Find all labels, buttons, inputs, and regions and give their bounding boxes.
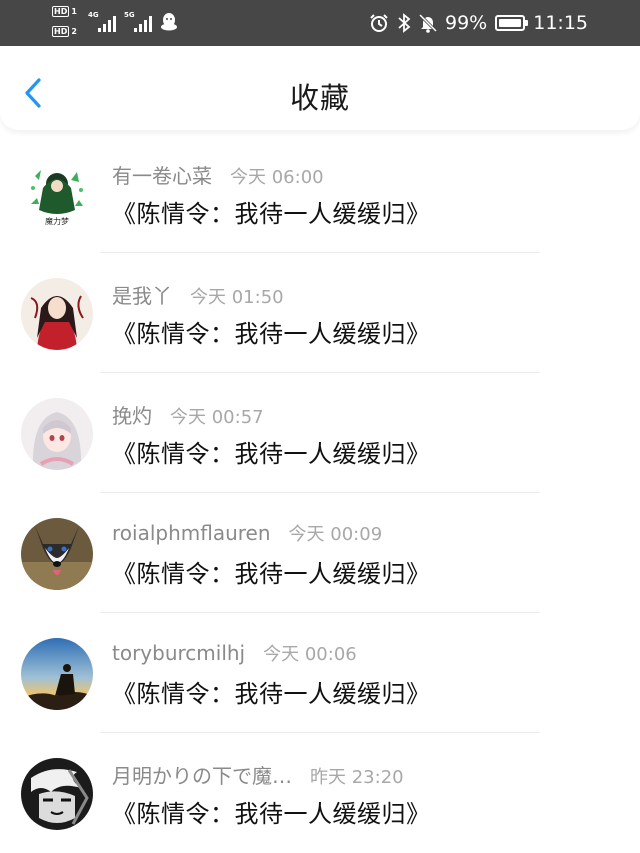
signal-2-icon <box>134 12 152 32</box>
hd1-number: 1 <box>71 7 77 16</box>
message-text: 《陈情令：我待一人缓缓归》 <box>112 800 431 828</box>
name-row: 挽灼 今天 00:57 <box>112 400 264 429</box>
alarm-icon <box>370 14 388 32</box>
status-right: 99% 11:15 <box>369 0 588 46</box>
user-name[interactable]: 是我丫 <box>112 280 172 309</box>
user-name[interactable]: 挽灼 <box>112 400 152 429</box>
name-row: 是我丫 今天 01:50 <box>112 280 284 309</box>
name-row: 有一卷心菜 今天 06:00 <box>112 160 324 189</box>
user-name[interactable]: 有一卷心菜 <box>112 160 212 189</box>
list-item[interactable]: 是我丫 今天 01:50 《陈情令：我待一人缓缓归》 <box>0 253 640 373</box>
avatar[interactable] <box>21 758 93 830</box>
avatar[interactable] <box>21 278 93 350</box>
user-name[interactable]: toryburcmilhj <box>112 641 245 665</box>
list-item[interactable]: 魔力梦 有一卷心菜 今天 06:00 《陈情令：我待一人缓缓归》 <box>0 133 640 253</box>
page-title: 收藏 <box>289 81 350 115</box>
clock-time: 11:15 <box>533 12 588 34</box>
favorites-list: 魔力梦 有一卷心菜 今天 06:00 《陈情令：我待一人缓缓归》 是我丫 今天 … <box>0 133 640 853</box>
sim2-hd-indicator: HD 2 <box>52 26 77 37</box>
name-row: toryburcmilhj 今天 00:06 <box>112 640 357 666</box>
message-text: 《陈情令：我待一人缓缓归》 <box>112 560 431 588</box>
bluetooth-icon <box>398 13 411 33</box>
avatar[interactable]: 魔力梦 <box>21 158 93 230</box>
avatar-caption: 魔力梦 <box>45 216 69 226</box>
user-name[interactable]: 月明かりの下で魔… <box>112 760 292 789</box>
battery-fill <box>499 19 521 27</box>
message-text: 《陈情令：我待一人缓缓归》 <box>112 200 431 228</box>
list-item[interactable]: 月明かりの下で魔… 昨天 23:20 《陈情令：我待一人缓缓归》 <box>0 733 640 853</box>
user-name[interactable]: roialphmflauren <box>112 521 271 545</box>
sim1-hd-indicator: HD 1 <box>52 6 77 17</box>
timestamp: 今天 00:57 <box>170 407 264 428</box>
list-item[interactable]: toryburcmilhj 今天 00:06 《陈情令：我待一人缓缓归》 <box>0 613 640 733</box>
message-text: 《陈情令：我待一人缓缓归》 <box>112 680 431 708</box>
battery-percent: 99% <box>445 12 488 34</box>
avatar[interactable] <box>21 518 93 590</box>
hd2-label: HD <box>52 26 70 37</box>
mute-bell-icon <box>419 13 437 33</box>
avatar[interactable] <box>21 638 93 710</box>
battery-icon <box>495 15 529 31</box>
avatar[interactable] <box>21 398 93 470</box>
header-bar: 收藏 <box>0 46 640 130</box>
timestamp: 今天 00:06 <box>263 644 357 665</box>
qq-icon <box>161 13 177 31</box>
hd1-label: HD <box>52 6 70 17</box>
timestamp: 今天 01:50 <box>190 287 284 308</box>
timestamp: 昨天 23:20 <box>310 767 404 788</box>
message-text: 《陈情令：我待一人缓缓归》 <box>112 320 431 348</box>
signal-1-icon <box>98 12 116 32</box>
name-row: 月明かりの下で魔… 昨天 23:20 <box>112 760 404 789</box>
message-text: 《陈情令：我待一人缓缓归》 <box>112 440 431 468</box>
timestamp: 今天 06:00 <box>230 167 324 188</box>
list-item[interactable]: roialphmflauren 今天 00:09 《陈情令：我待一人缓缓归》 <box>0 493 640 613</box>
name-row: roialphmflauren 今天 00:09 <box>112 520 382 546</box>
list-item[interactable]: 挽灼 今天 00:57 《陈情令：我待一人缓缓归》 <box>0 373 640 493</box>
hd2-number: 2 <box>71 27 77 36</box>
status-bar: HD 1 HD 2 4G 5G 99% 11:15 <box>0 0 640 46</box>
timestamp: 今天 00:09 <box>288 524 383 545</box>
